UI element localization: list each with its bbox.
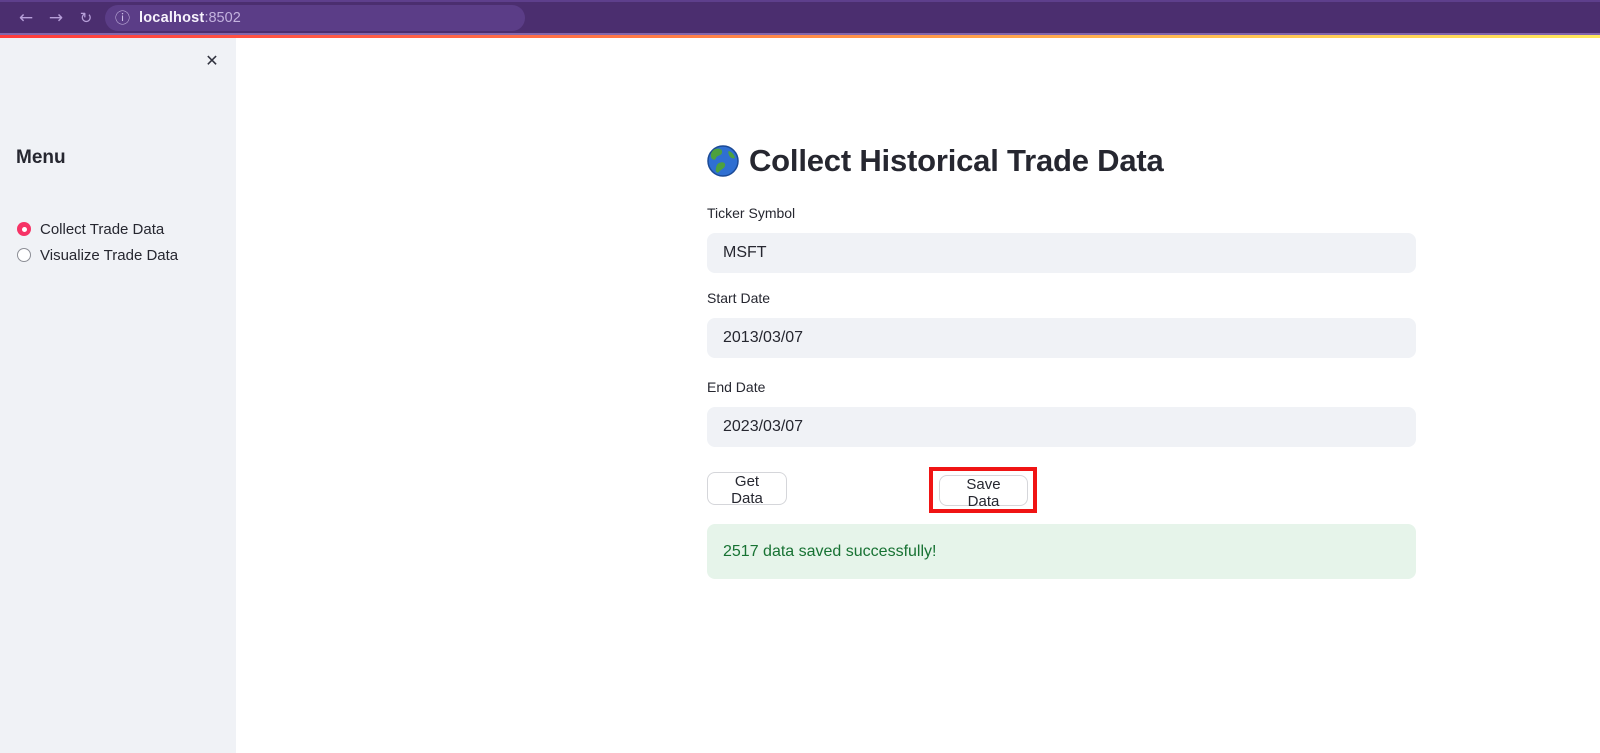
ticker-symbol-label: Ticker Symbol [707, 205, 796, 221]
radio-unselected-icon[interactable] [17, 248, 31, 262]
site-info-icon[interactable]: ⓘ [115, 5, 130, 31]
radio-option-label: Visualize Trade Data [40, 246, 179, 264]
close-sidebar-icon[interactable]: ✕ [202, 51, 222, 71]
start-date-label: Start Date [707, 290, 771, 306]
reload-icon[interactable]: ↻ [74, 6, 98, 30]
address-bar[interactable]: ⓘ localhost :8502 [105, 5, 525, 31]
globe-icon [707, 145, 739, 177]
sidebar-menu-title: Menu [16, 147, 66, 168]
start-date-input[interactable] [707, 318, 1416, 358]
radio-option-visualize-trade-data[interactable]: Visualize Trade Data [17, 245, 178, 265]
end-date-label: End Date [707, 379, 766, 395]
forward-icon[interactable]: → [44, 6, 68, 30]
save-data-button[interactable]: Save Data [939, 475, 1028, 510]
main-content: Collect Historical Trade Data Ticker Sym… [236, 38, 1600, 753]
page-title: Collect Historical Trade Data [707, 143, 1164, 179]
browser-toolbar: ← → ↻ ⓘ localhost :8502 [0, 0, 1600, 33]
success-alert: 2517 data saved successfully! [707, 524, 1416, 579]
radio-option-label: Collect Trade Data [40, 220, 165, 238]
sidebar: ✕ Menu Collect Trade Data Visualize Trad… [0, 38, 236, 753]
page-radio-group: Collect Trade Data Visualize Trade Data [17, 219, 178, 271]
page-title-text: Collect Historical Trade Data [749, 143, 1164, 178]
end-date-input[interactable] [707, 407, 1416, 447]
success-message: 2517 data saved successfully! [723, 542, 937, 560]
url-port: :8502 [204, 10, 241, 26]
ticker-symbol-input[interactable] [707, 233, 1416, 273]
radio-selected-icon[interactable] [17, 222, 31, 236]
back-icon[interactable]: ← [14, 6, 38, 30]
get-data-button[interactable]: Get Data [707, 472, 787, 507]
url-host: localhost [139, 10, 205, 26]
radio-option-collect-trade-data[interactable]: Collect Trade Data [17, 219, 178, 239]
